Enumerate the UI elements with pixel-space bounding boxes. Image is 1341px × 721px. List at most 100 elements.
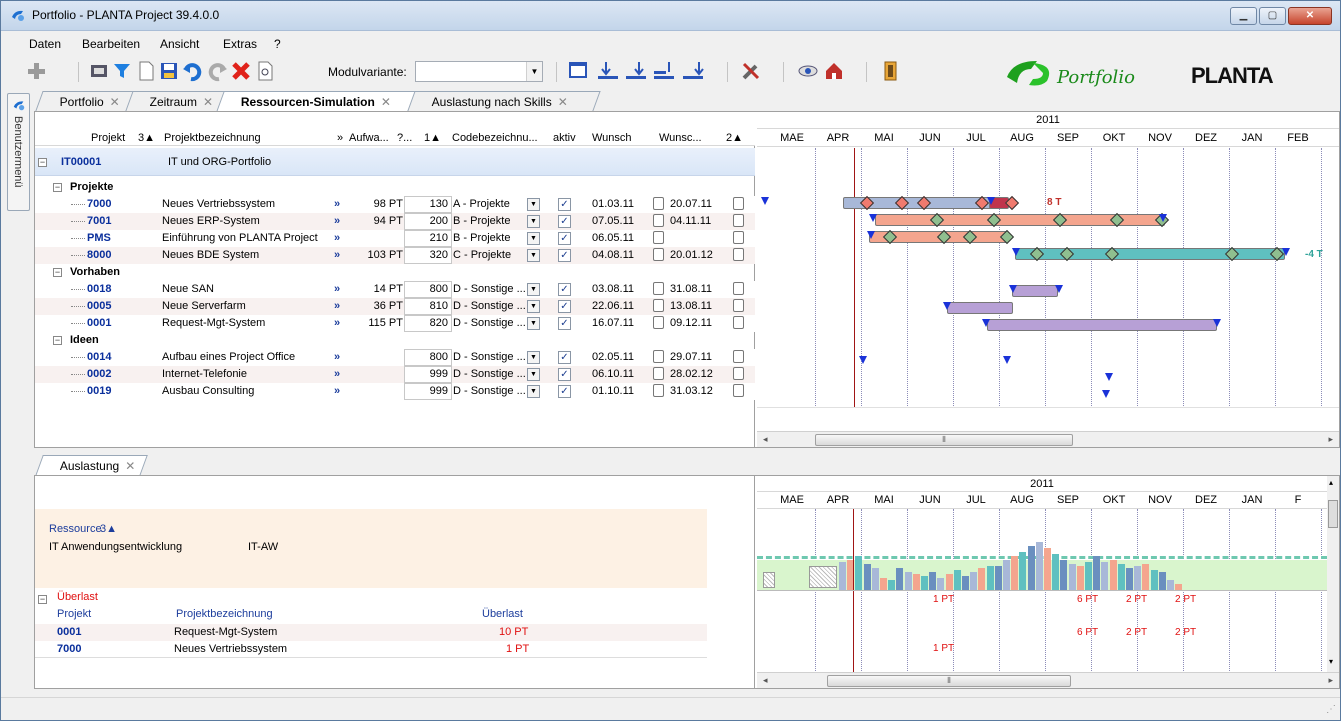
aktiv-checkbox[interactable]: ✓ <box>558 317 571 330</box>
gantt-scrollbar[interactable]: ◂ ⦀ ▸ <box>757 431 1339 447</box>
prio-field[interactable]: 320 <box>404 247 452 264</box>
calendar-icon[interactable] <box>733 316 744 329</box>
scroll-thumb[interactable]: ⦀ <box>815 434 1073 446</box>
scroll-right-icon[interactable]: ▸ <box>1328 675 1333 686</box>
project-row[interactable]: 0014 Aufbau eines Project Office » 800 D… <box>35 349 755 366</box>
project-id[interactable]: 0014 <box>87 351 111 363</box>
print-preview-icon[interactable] <box>88 60 110 82</box>
module-window-icon[interactable] <box>568 60 590 82</box>
col-q[interactable]: ?... <box>397 132 412 144</box>
redo-icon[interactable] <box>206 60 228 82</box>
project-id[interactable]: 0005 <box>87 300 111 312</box>
benutzermenue-sidetab[interactable]: Benutzermenü <box>7 93 30 211</box>
insert-level-icon[interactable] <box>625 60 647 82</box>
more-link[interactable]: » <box>334 385 340 397</box>
col-codebezeichnung[interactable]: Codebezeichnu... <box>452 132 538 144</box>
search-document-icon[interactable] <box>254 60 276 82</box>
gantt-bar[interactable] <box>987 319 1217 331</box>
project-id[interactable]: 8000 <box>87 249 111 261</box>
more-link[interactable]: » <box>334 300 340 312</box>
calendar-icon[interactable] <box>733 367 744 380</box>
insert-below-icon[interactable] <box>597 60 619 82</box>
collapse-icon[interactable]: − <box>53 336 62 345</box>
prio-field[interactable]: 130 <box>404 196 452 213</box>
collapse-icon[interactable]: − <box>53 268 62 277</box>
portfolio-root-row[interactable]: − IT00001 IT und ORG-Portfolio <box>35 148 755 176</box>
gantt-bar[interactable] <box>1015 248 1285 260</box>
project-id[interactable]: 0002 <box>87 368 111 380</box>
close-icon[interactable]: ✕ <box>203 95 213 109</box>
chevron-down-icon[interactable]: ▼ <box>527 198 540 211</box>
project-id[interactable]: 0018 <box>87 283 111 295</box>
prio-field[interactable]: 200 <box>404 213 452 230</box>
scroll-thumb[interactable]: ⦀ <box>827 675 1071 687</box>
group-row[interactable]: − Ideen <box>35 332 755 349</box>
close-icon[interactable]: ✕ <box>110 95 120 109</box>
project-id[interactable]: 0019 <box>87 385 111 397</box>
calendar-icon[interactable] <box>653 299 664 312</box>
col-sort2[interactable]: 2▲ <box>726 132 743 144</box>
resize-grip-icon[interactable]: ⋰ <box>1326 704 1336 715</box>
aktiv-checkbox[interactable]: ✓ <box>558 249 571 262</box>
col-aktiv[interactable]: aktiv <box>553 132 576 144</box>
calendar-icon[interactable] <box>733 299 744 312</box>
more-link[interactable]: » <box>334 317 340 329</box>
calendar-icon[interactable] <box>653 248 664 261</box>
chevron-down-icon[interactable]: ▼ <box>526 62 542 81</box>
prio-field[interactable]: 999 <box>404 366 452 383</box>
prio-field[interactable]: 820 <box>404 315 452 332</box>
col-projekt-sort[interactable]: 3▲ <box>138 132 155 144</box>
calendar-icon[interactable] <box>653 350 664 363</box>
tab-auslastung-nach-skills[interactable]: Auslastung nach Skills ✕ <box>407 91 601 111</box>
aktiv-checkbox[interactable]: ✓ <box>558 351 571 364</box>
insert-end-icon[interactable] <box>682 60 704 82</box>
calendar-icon[interactable] <box>653 214 664 227</box>
more-link[interactable]: » <box>334 249 340 261</box>
project-row[interactable]: 0002 Internet-Telefonie » 999 D - Sonsti… <box>35 366 755 383</box>
project-row[interactable]: 0019 Ausbau Consulting » 999 D - Sonstig… <box>35 383 755 400</box>
aktiv-checkbox[interactable]: ✓ <box>558 198 571 211</box>
scroll-thumb[interactable] <box>1328 500 1338 528</box>
more-link[interactable]: » <box>334 351 340 363</box>
exit-icon[interactable] <box>880 60 902 82</box>
home-icon[interactable] <box>823 60 845 82</box>
calendar-icon[interactable] <box>653 282 664 295</box>
modulvariante-select[interactable]: ▼ <box>415 61 543 82</box>
save-icon[interactable] <box>158 60 180 82</box>
calendar-icon[interactable] <box>653 384 664 397</box>
more-link[interactable]: » <box>334 232 340 244</box>
aktiv-checkbox[interactable]: ✓ <box>558 232 571 245</box>
col-prio[interactable]: 1▲ <box>424 132 441 144</box>
close-icon[interactable]: ✕ <box>381 95 391 109</box>
collapse-icon[interactable]: − <box>38 595 47 604</box>
load-scrollbar[interactable]: ◂ ⦀ ▸ <box>757 672 1339 688</box>
delete-icon[interactable] <box>230 60 252 82</box>
gantt-bar[interactable] <box>947 302 1013 314</box>
prio-field[interactable]: 800 <box>404 349 452 366</box>
undo-icon[interactable] <box>182 60 204 82</box>
chevron-down-icon[interactable]: ▼ <box>527 283 540 296</box>
project-id[interactable]: 7000 <box>87 198 111 210</box>
calendar-icon[interactable] <box>733 214 744 227</box>
add-icon[interactable] <box>25 60 47 82</box>
menu-help[interactable]: ? <box>274 37 281 51</box>
collapse-icon[interactable]: − <box>53 183 62 192</box>
menu-daten[interactable]: Daten <box>29 37 61 51</box>
aktiv-checkbox[interactable]: ✓ <box>558 215 571 228</box>
tab-auslastung[interactable]: Auslastung ✕ <box>35 455 148 476</box>
prio-field[interactable]: 210 <box>404 230 452 247</box>
tools-icon[interactable] <box>740 60 762 82</box>
more-link[interactable]: » <box>334 215 340 227</box>
chevron-down-icon[interactable]: ▼ <box>527 385 540 398</box>
col-wunsch2[interactable]: Wunsc... <box>659 132 702 144</box>
project-row[interactable]: 7000 Neues Vertriebssystem » 98 PT 130 A… <box>35 196 755 213</box>
project-row[interactable]: PMS Einführung von PLANTA Project » 210 … <box>35 230 755 247</box>
scroll-down-icon[interactable]: ▾ <box>1329 657 1333 666</box>
close-button[interactable]: ✕ <box>1288 7 1332 25</box>
project-id[interactable]: 0001 <box>87 317 111 329</box>
calendar-icon[interactable] <box>733 231 744 244</box>
maximize-button[interactable]: ▢ <box>1259 7 1286 25</box>
group-row[interactable]: − Projekte <box>35 179 755 196</box>
menu-extras[interactable]: Extras <box>223 37 257 51</box>
chevron-down-icon[interactable]: ▼ <box>527 300 540 313</box>
